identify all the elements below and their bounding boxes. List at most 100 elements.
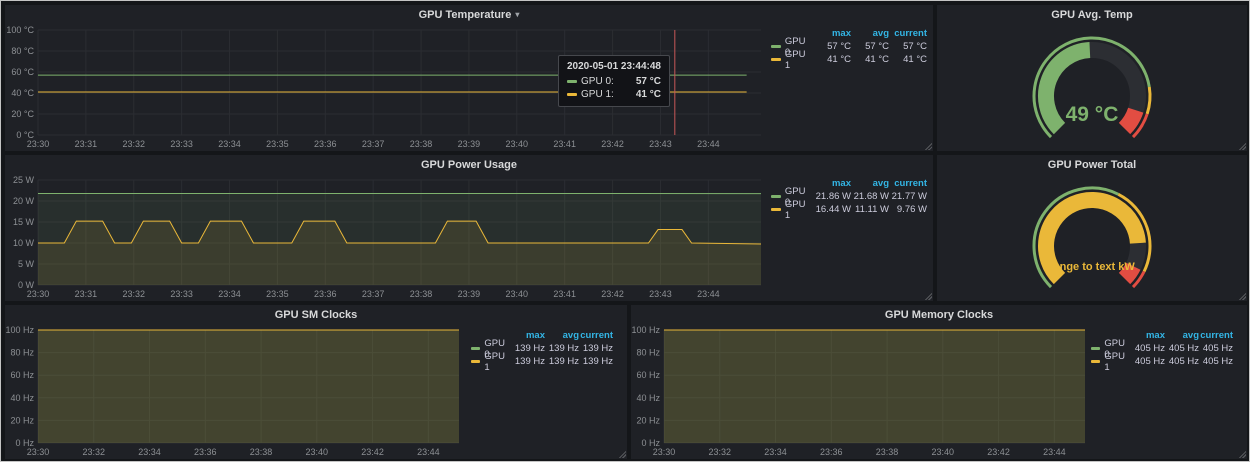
legend-header-current[interactable]: current bbox=[889, 28, 927, 39]
svg-text:23:34: 23:34 bbox=[218, 139, 241, 149]
svg-text:23:36: 23:36 bbox=[194, 447, 217, 457]
legend-header-current[interactable]: current bbox=[889, 178, 927, 189]
svg-text:23:40: 23:40 bbox=[506, 139, 529, 149]
panel-title-gpu-power-total[interactable]: GPU Power Total bbox=[937, 155, 1247, 174]
legend-header-max[interactable]: max bbox=[813, 178, 851, 189]
series-color-icon bbox=[567, 80, 577, 83]
svg-text:23:33: 23:33 bbox=[170, 289, 193, 299]
svg-text:23:38: 23:38 bbox=[410, 139, 433, 149]
svg-text:23:32: 23:32 bbox=[82, 447, 105, 457]
panel-title-gpu-avg-temp[interactable]: GPU Avg. Temp bbox=[937, 5, 1247, 24]
svg-text:23:40: 23:40 bbox=[932, 447, 955, 457]
legend-series-gpu1[interactable]: GPU 1 bbox=[771, 49, 813, 71]
panel-gpu-power-total: GPU Power Total range to text kW bbox=[937, 155, 1247, 301]
svg-text:23:42: 23:42 bbox=[601, 289, 624, 299]
panel-gpu-memory-clocks: GPU Memory Clocks 0 Hz20 Hz40 Hz60 Hz80 … bbox=[631, 305, 1247, 459]
svg-text:23:42: 23:42 bbox=[987, 447, 1010, 457]
svg-text:23:42: 23:42 bbox=[601, 139, 624, 149]
panel-gpu-sm-clocks: GPU SM Clocks 0 Hz20 Hz40 Hz60 Hz80 Hz10… bbox=[5, 305, 627, 459]
panel-title-text: GPU SM Clocks bbox=[275, 309, 358, 321]
legend-header-max[interactable]: max bbox=[1131, 330, 1165, 341]
legend-value-current: 405 Hz bbox=[1199, 343, 1233, 354]
chart-tooltip: 2020-05-01 23:44:48 GPU 0: 57 °C GPU 1: … bbox=[558, 55, 670, 107]
svg-text:40 Hz: 40 Hz bbox=[10, 393, 34, 403]
svg-text:23:37: 23:37 bbox=[362, 289, 385, 299]
legend-row: GPU 1 405 Hz 405 Hz 405 Hz bbox=[1091, 355, 1241, 368]
svg-text:10 W: 10 W bbox=[13, 238, 35, 248]
panel-gpu-avg-temp: GPU Avg. Temp 49 °C bbox=[937, 5, 1247, 151]
svg-text:23:41: 23:41 bbox=[553, 289, 576, 299]
grafana-dashboard: { "colors": { "green": "#7EB26D", "yello… bbox=[0, 0, 1250, 462]
svg-text:23:32: 23:32 bbox=[122, 139, 145, 149]
panel-gpu-power-usage: GPU Power Usage 0 W5 W10 W15 W20 W25 W23… bbox=[5, 155, 933, 301]
svg-text:60 Hz: 60 Hz bbox=[10, 370, 34, 380]
legend-value-avg: 139 Hz bbox=[545, 356, 579, 367]
panel-title-text: GPU Memory Clocks bbox=[885, 309, 993, 321]
legend-header-avg[interactable]: avg bbox=[545, 330, 579, 341]
svg-text:60 °C: 60 °C bbox=[11, 67, 34, 77]
legend-header-avg[interactable]: avg bbox=[851, 178, 889, 189]
panel-title-gpu-power-usage[interactable]: GPU Power Usage bbox=[5, 155, 933, 174]
legend-row: GPU 1 16.44 W 11.11 W 9.76 W bbox=[771, 203, 927, 216]
svg-text:23:43: 23:43 bbox=[649, 289, 672, 299]
legend-series-gpu1[interactable]: GPU 1 bbox=[1091, 351, 1131, 373]
legend-header-max[interactable]: max bbox=[813, 28, 851, 39]
tooltip-series-label: GPU 1: bbox=[581, 89, 614, 100]
series-color-icon bbox=[771, 208, 781, 211]
legend-value-max: 139 Hz bbox=[511, 356, 545, 367]
panel-resize-handle[interactable] bbox=[1238, 142, 1246, 150]
panel-resize-handle[interactable] bbox=[924, 292, 932, 300]
svg-text:23:33: 23:33 bbox=[170, 139, 193, 149]
svg-text:100 °C: 100 °C bbox=[6, 25, 34, 35]
tooltip-row: GPU 1: 41 °C bbox=[567, 88, 661, 101]
legend-value-max: 16.44 W bbox=[813, 204, 851, 215]
panel-resize-handle[interactable] bbox=[924, 142, 932, 150]
legend: max avg current GPU 0 21.86 W 21.68 W 21… bbox=[771, 177, 927, 216]
panel-resize-handle[interactable] bbox=[618, 450, 626, 458]
legend-value-avg: 21.68 W bbox=[851, 191, 889, 202]
svg-text:20 Hz: 20 Hz bbox=[636, 415, 660, 425]
svg-text:23:32: 23:32 bbox=[122, 289, 145, 299]
legend-series-gpu1[interactable]: GPU 1 bbox=[771, 199, 813, 221]
legend-value-current: 57 °C bbox=[889, 41, 927, 52]
series-color-icon bbox=[567, 93, 577, 96]
legend-series-label: GPU 1 bbox=[484, 351, 511, 373]
legend-series-gpu1[interactable]: GPU 1 bbox=[471, 351, 511, 373]
legend-header-max[interactable]: max bbox=[511, 330, 545, 341]
panel-resize-handle[interactable] bbox=[1238, 450, 1246, 458]
legend-value-max: 139 Hz bbox=[511, 343, 545, 354]
panel-title-gpu-sm-clocks[interactable]: GPU SM Clocks bbox=[5, 305, 627, 324]
panel-title-gpu-memory-clocks[interactable]: GPU Memory Clocks bbox=[631, 305, 1247, 324]
legend-value-max: 41 °C bbox=[813, 54, 851, 65]
panel-title-gpu-temperature[interactable]: GPU Temperature ▾ bbox=[5, 5, 933, 24]
svg-text:23:35: 23:35 bbox=[266, 289, 289, 299]
svg-text:5 W: 5 W bbox=[18, 259, 35, 269]
legend-header-current[interactable]: current bbox=[579, 330, 613, 341]
legend-header-current[interactable]: current bbox=[1199, 330, 1233, 341]
legend-series-label: GPU 1 bbox=[785, 199, 813, 221]
legend-value-current: 405 Hz bbox=[1199, 356, 1233, 367]
svg-text:23:38: 23:38 bbox=[876, 447, 899, 457]
legend-value-avg: 11.11 W bbox=[851, 204, 889, 215]
svg-text:15 W: 15 W bbox=[13, 217, 35, 227]
panel-gpu-temperature: GPU Temperature ▾ 0 °C20 °C40 °C60 °C80 … bbox=[5, 5, 933, 151]
svg-text:23:44: 23:44 bbox=[417, 447, 440, 457]
gpu-power-usage-chart[interactable]: 0 W5 W10 W15 W20 W25 W23:3023:3123:3223:… bbox=[5, 174, 765, 301]
svg-text:20 °C: 20 °C bbox=[11, 109, 34, 119]
tooltip-series-label: GPU 0: bbox=[581, 76, 614, 87]
panel-resize-handle[interactable] bbox=[1238, 292, 1246, 300]
svg-text:23:40: 23:40 bbox=[506, 289, 529, 299]
svg-text:23:30: 23:30 bbox=[27, 289, 50, 299]
svg-text:23:39: 23:39 bbox=[458, 139, 481, 149]
legend-header-avg[interactable]: avg bbox=[851, 28, 889, 39]
svg-text:20 W: 20 W bbox=[13, 196, 35, 206]
panel-title-text: GPU Temperature bbox=[419, 9, 512, 21]
gpu-memory-clocks-chart[interactable]: 0 Hz20 Hz40 Hz60 Hz80 Hz100 Hz23:3023:32… bbox=[631, 324, 1089, 459]
legend: max avg current GPU 0 139 Hz 139 Hz 139 … bbox=[471, 329, 621, 368]
legend: max avg current GPU 0 57 °C 57 °C 57 °C … bbox=[771, 27, 927, 66]
chevron-down-icon: ▾ bbox=[515, 10, 519, 19]
gpu-sm-clocks-chart[interactable]: 0 Hz20 Hz40 Hz60 Hz80 Hz100 Hz23:3023:32… bbox=[5, 324, 463, 459]
legend-header-avg[interactable]: avg bbox=[1165, 330, 1199, 341]
svg-text:23:34: 23:34 bbox=[218, 289, 241, 299]
svg-text:23:38: 23:38 bbox=[250, 447, 273, 457]
